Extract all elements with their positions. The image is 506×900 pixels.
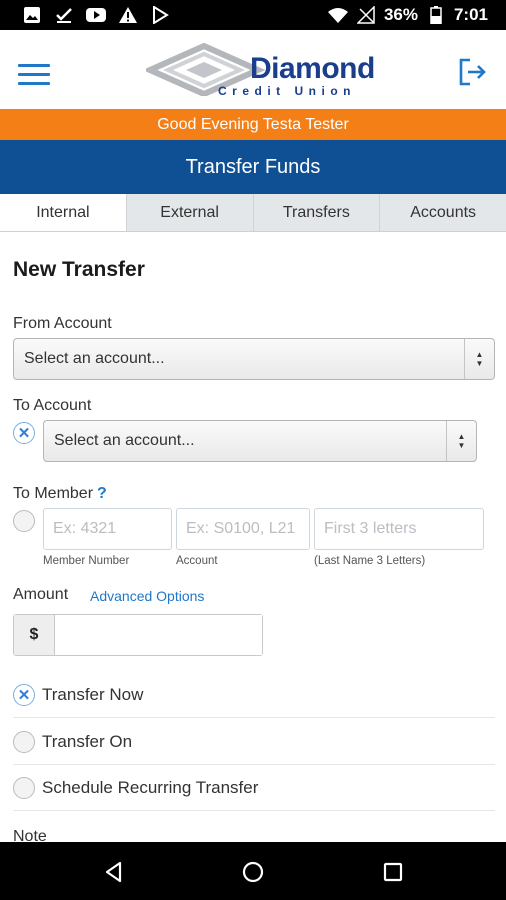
home-icon[interactable] [239,858,267,886]
play-store-icon [150,6,170,24]
to-member-radio[interactable] [13,510,35,532]
to-account-label: To Account [13,397,92,414]
option-transfer-now[interactable]: ✕ Transfer Now [13,672,495,718]
currency-addon: $ [14,615,55,655]
last-name-caption: (Last Name 3 Letters) [314,555,426,567]
from-account-label: From Account [13,315,112,332]
status-bar: 36% 7:01 [0,0,506,30]
to-member-label: To Member? [13,485,107,503]
clock: 7:01 [453,5,488,24]
no-signal-icon [356,6,376,24]
member-number-input[interactable]: Ex: 4321 [43,508,172,550]
member-number-caption: Member Number [43,555,130,567]
app-header: Diamond Credit Union [0,30,506,109]
system-nav-bar [0,842,506,900]
transfer-on-radio[interactable] [13,730,35,753]
recents-icon[interactable] [379,858,407,886]
amount-input-group: $ [13,614,263,656]
battery-percent: 36% [383,5,418,24]
diamond-credit-union-logo: Diamond Credit Union [146,40,375,100]
to-account-value: Select an account... [54,432,195,449]
help-icon[interactable]: ? [97,485,107,502]
transfer-on-label: Transfer On [42,731,133,751]
system-status: 36% 7:01 [327,5,488,25]
to-account-select[interactable]: Select an account... ▲ ▼ [43,420,477,462]
select-arrows-icon: ▲ ▼ [464,339,494,379]
tab-external[interactable]: External [125,194,253,231]
warning-icon [118,6,138,24]
to-account-radio[interactable]: ✕ [13,422,35,444]
select-arrows-icon: ▲ ▼ [446,421,476,461]
logout-icon[interactable] [456,56,490,90]
member-account-input[interactable]: Ex: S0100, L21 [176,508,310,550]
tab-accounts[interactable]: Accounts [379,194,506,231]
option-transfer-on[interactable]: Transfer On [13,719,495,765]
member-account-caption: Account [176,555,218,567]
section-heading: New Transfer [13,258,145,281]
amount-label: Amount [13,586,69,603]
youtube-icon [86,6,106,24]
advanced-options-link[interactable]: Advanced Options [90,588,204,604]
tab-transfers[interactable]: Transfers [252,194,380,231]
image-icon [22,6,42,24]
logo-brand: Diamond [250,52,375,85]
from-account-value: Select an account... [24,350,165,367]
battery-icon [426,6,446,24]
tab-internal[interactable]: Internal [0,194,126,231]
transfer-now-label: Transfer Now [42,684,144,704]
schedule-recurring-label: Schedule Recurring Transfer [42,777,259,797]
check-icon [54,6,74,24]
from-account-select[interactable]: Select an account... ▲ ▼ [13,338,495,380]
to-member-label-text: To Member [13,485,94,502]
last-name-input[interactable]: First 3 letters [314,508,484,550]
logo-subtitle: Credit Union [218,84,356,98]
page-title: Transfer Funds [0,140,506,194]
back-icon[interactable] [100,858,128,886]
transfer-tabs: Internal External Transfers Accounts [0,194,506,232]
wifi-icon [327,6,348,24]
amount-input[interactable] [55,615,262,655]
menu-icon[interactable] [18,64,50,86]
option-schedule-recurring[interactable]: Schedule Recurring Transfer [13,765,495,811]
greeting-banner: Good Evening Testa Tester [0,109,506,140]
schedule-recurring-radio[interactable] [13,776,35,799]
notification-icons [22,6,170,24]
transfer-now-radio[interactable]: ✕ [13,683,35,706]
